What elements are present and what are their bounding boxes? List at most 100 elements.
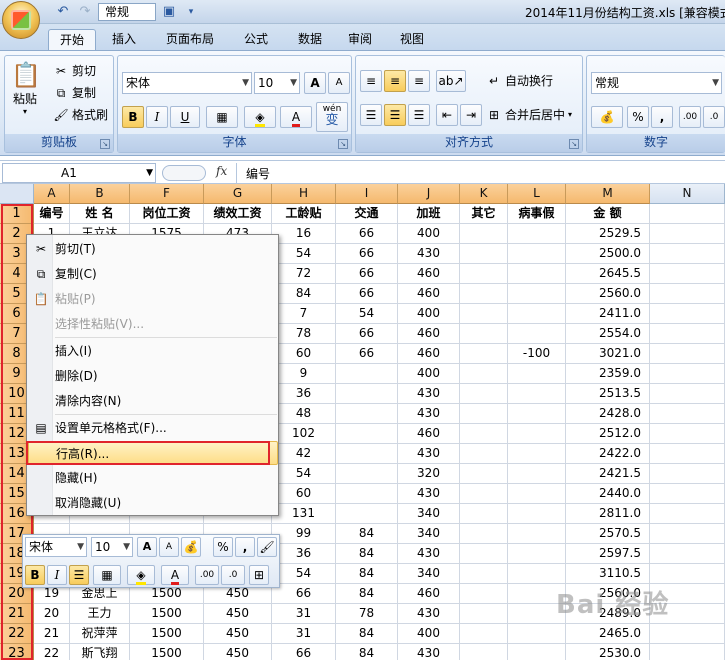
align-right-button[interactable]: ☰ [408,104,430,126]
table-cell[interactable] [508,484,566,504]
bold-button[interactable]: B [122,106,144,128]
empty-cell[interactable] [650,384,725,404]
select-all-corner[interactable] [0,184,34,204]
table-cell[interactable]: 84 [336,544,398,564]
table-cell[interactable] [336,444,398,464]
table-cell[interactable]: 450 [204,624,272,644]
table-cell[interactable] [336,384,398,404]
empty-cell[interactable] [650,324,725,344]
column-header[interactable]: F [130,184,204,204]
table-cell[interactable]: 430 [398,604,460,624]
mini-bold-button[interactable]: B [25,565,45,585]
table-cell[interactable] [460,564,508,584]
table-cell[interactable]: 400 [398,364,460,384]
empty-cell[interactable] [650,204,725,224]
table-cell[interactable]: 400 [398,224,460,244]
table-cell[interactable]: 2513.5 [566,384,650,404]
table-cell[interactable]: 9 [272,364,336,384]
table-cell[interactable]: 2530.0 [566,644,650,660]
table-cell[interactable]: 78 [272,324,336,344]
increase-indent-button[interactable]: ⇥ [460,104,482,126]
header-cell[interactable]: 绩效工资 [204,204,272,224]
table-cell[interactable]: 430 [398,484,460,504]
empty-cell[interactable] [650,504,725,524]
table-cell[interactable]: 84 [336,584,398,604]
table-cell[interactable]: 460 [398,324,460,344]
customize-qat-icon[interactable]: ▾ [182,3,200,21]
empty-cell[interactable] [650,404,725,424]
table-cell[interactable] [460,444,508,464]
copy-button[interactable]: ⧉ 复制 [53,84,96,101]
table-cell[interactable]: 斯飞翔 [70,644,130,660]
table-cell[interactable] [336,504,398,524]
table-cell[interactable]: 430 [398,384,460,404]
percent-button[interactable]: % [627,106,649,128]
mini-italic-button[interactable]: I [47,565,67,585]
decrease-decimal-button[interactable]: .0 [703,106,725,128]
font-size-select[interactable]: 10 ▼ [254,72,300,94]
table-cell[interactable]: 84 [336,644,398,660]
tab-insert[interactable]: 插入 [104,29,144,50]
fill-color-button[interactable]: ◈ [244,106,276,128]
table-cell[interactable]: 16 [272,224,336,244]
table-cell[interactable]: 66 [336,244,398,264]
table-cell[interactable] [508,464,566,484]
empty-cell[interactable] [650,624,725,644]
font-launcher-icon[interactable]: ↘ [338,139,348,149]
table-cell[interactable]: 430 [398,404,460,424]
table-cell[interactable]: 2428.0 [566,404,650,424]
table-cell[interactable]: 54 [336,304,398,324]
tab-review[interactable]: 审阅 [340,29,380,50]
table-cell[interactable]: 54 [272,564,336,584]
tab-formulas[interactable]: 公式 [236,29,276,50]
align-top-button[interactable]: ≡ [360,70,382,92]
office-button[interactable] [2,1,40,39]
table-cell[interactable] [460,364,508,384]
menu-item-row-height[interactable]: 行高(R)... [28,441,278,465]
table-cell[interactable]: 99 [272,524,336,544]
table-cell[interactable]: -100 [508,344,566,364]
mini-comma-button[interactable]: , [235,537,255,557]
column-header[interactable]: A [34,184,70,204]
table-cell[interactable]: 36 [272,384,336,404]
table-cell[interactable] [460,644,508,660]
table-cell[interactable] [508,424,566,444]
table-cell[interactable] [336,424,398,444]
table-cell[interactable]: 54 [272,464,336,484]
align-bottom-button[interactable]: ≡ [408,70,430,92]
wrap-text-button[interactable]: ↵ 自动换行 [486,72,553,89]
table-cell[interactable] [460,504,508,524]
table-cell[interactable] [508,444,566,464]
table-cell[interactable] [460,264,508,284]
empty-cell[interactable] [650,224,725,244]
empty-cell[interactable] [650,484,725,504]
table-cell[interactable] [336,484,398,504]
table-cell[interactable] [508,524,566,544]
table-cell[interactable]: 102 [272,424,336,444]
underline-button[interactable]: U [170,106,200,128]
row-header[interactable]: 23 [0,644,34,660]
table-cell[interactable]: 60 [272,344,336,364]
table-cell[interactable]: 2529.5 [566,224,650,244]
column-header[interactable]: M [566,184,650,204]
italic-button[interactable]: I [146,106,168,128]
table-cell[interactable] [508,284,566,304]
table-cell[interactable]: 2440.0 [566,484,650,504]
table-cell[interactable]: 460 [398,264,460,284]
column-header[interactable]: G [204,184,272,204]
header-cell[interactable]: 加班 [398,204,460,224]
table-cell[interactable]: 430 [398,444,460,464]
header-cell[interactable]: 编号 [34,204,70,224]
menu-item-cut[interactable]: ✂ 剪切(T) [28,237,278,261]
format-painter-button[interactable]: 🖌 格式刷 [53,106,108,123]
table-cell[interactable] [460,524,508,544]
menu-item-insert[interactable]: 插入(I) [28,339,278,363]
table-cell[interactable]: 84 [336,564,398,584]
table-cell[interactable]: 430 [398,544,460,564]
empty-cell[interactable] [650,344,725,364]
table-cell[interactable]: 7 [272,304,336,324]
table-cell[interactable]: 2512.0 [566,424,650,444]
table-cell[interactable] [460,324,508,344]
table-cell[interactable]: 22 [34,644,70,660]
table-cell[interactable]: 2465.0 [566,624,650,644]
